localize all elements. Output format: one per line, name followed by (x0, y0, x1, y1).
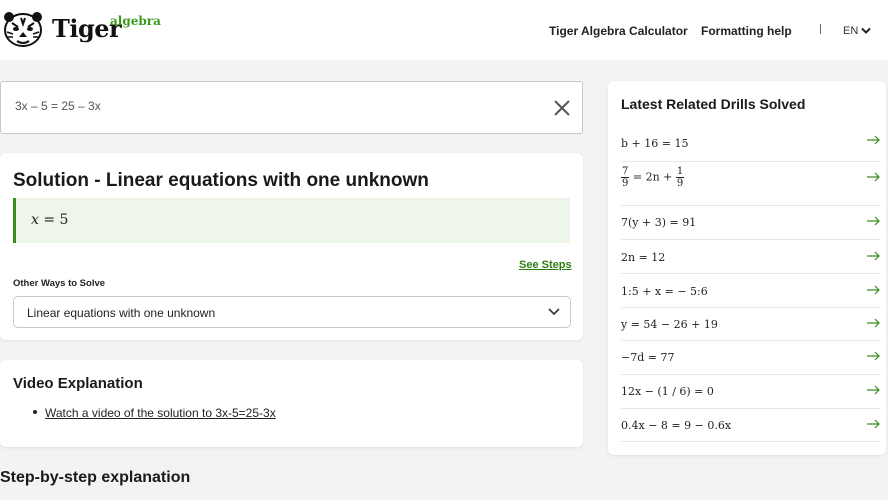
arrow-right-icon[interactable] (867, 135, 881, 145)
chevron-down-icon (548, 308, 560, 316)
drill-equation: y = 54 − 26 + 19 (621, 318, 718, 331)
drills-title: Latest Related Drills Solved (621, 96, 806, 112)
nav-calculator-link[interactable]: Tiger Algebra Calculator (549, 24, 688, 38)
bullet-icon (33, 410, 37, 414)
drill-item[interactable]: 79 = 2n + 19 (621, 162, 881, 206)
see-steps-link[interactable]: See Steps (519, 259, 572, 271)
drill-equation: b + 16 = 15 (621, 137, 689, 150)
arrow-right-icon[interactable] (867, 251, 881, 261)
arrow-right-icon[interactable] (867, 385, 881, 395)
drill-item[interactable]: y = 54 − 26 + 19 (621, 308, 881, 341)
arrow-right-icon[interactable] (867, 172, 881, 182)
equation-input[interactable] (15, 99, 535, 113)
nav-formatting-help-link[interactable]: Formatting help (701, 24, 792, 38)
drill-equation: 1:5 + x = − 5:6 (621, 285, 708, 298)
arrow-right-icon[interactable] (867, 216, 881, 226)
answer-value: = 5 (38, 212, 69, 228)
nav-divider (820, 24, 821, 34)
related-drills-card: Latest Related Drills Solved b + 16 = 15… (608, 81, 886, 455)
drill-equation: 7(y + 3) = 91 (621, 216, 697, 229)
drill-equation: 12x − (1 / 6) = 0 (621, 385, 714, 398)
answer-variable: x (31, 212, 39, 228)
step-by-step-title: Step-by-step explanation (0, 469, 191, 486)
brand-suffix[interactable]: algebra (110, 14, 161, 28)
video-title: Video Explanation (13, 375, 143, 392)
video-link[interactable]: Watch a video of the solution to 3x-5=25… (45, 406, 276, 420)
drill-item[interactable]: 1:5 + x = − 5:6 (621, 274, 881, 308)
drill-item[interactable]: −7d = 77 (621, 341, 881, 375)
language-label: EN (843, 25, 859, 37)
site-header: Tiger algebra Tiger Algebra Calculator F… (0, 0, 888, 60)
method-select[interactable]: Linear equations with one unknown (13, 296, 571, 328)
drill-item[interactable]: b + 16 = 15 (621, 125, 881, 162)
drill-equation: −7d = 77 (621, 351, 675, 364)
fraction: 19 (675, 166, 685, 189)
drill-item[interactable]: 7(y + 3) = 91 (621, 206, 881, 240)
arrow-right-icon[interactable] (867, 318, 881, 328)
solution-answer: x = 5 (13, 198, 570, 243)
arrow-right-icon[interactable] (867, 285, 881, 295)
drill-equation: 0.4x − 8 = 9 − 0.6x (621, 419, 732, 432)
drill-item[interactable]: 12x − (1 / 6) = 0 (621, 375, 881, 409)
tiger-logo-icon[interactable] (2, 10, 44, 48)
answer-text: x = 5 (31, 212, 68, 228)
chevron-down-icon (861, 27, 871, 34)
method-select-value: Linear equations with one unknown (27, 306, 216, 320)
clear-icon[interactable] (552, 98, 572, 118)
drill-item[interactable]: 0.4x − 8 = 9 − 0.6x (621, 409, 881, 442)
drill-equation: 79 = 2n + 19 (621, 166, 685, 189)
drill-item[interactable]: 2n = 12 (621, 240, 881, 274)
video-explanation-card: Video Explanation Watch a video of the s… (0, 360, 583, 447)
arrow-right-icon[interactable] (867, 419, 881, 429)
other-ways-label: Other Ways to Solve (13, 278, 106, 289)
equation-input-box (0, 81, 583, 134)
language-selector[interactable]: EN (843, 25, 871, 37)
drill-equation: 2n = 12 (621, 251, 666, 264)
arrow-right-icon[interactable] (867, 351, 881, 361)
solution-title: Solution - Linear equations with one unk… (13, 170, 429, 191)
